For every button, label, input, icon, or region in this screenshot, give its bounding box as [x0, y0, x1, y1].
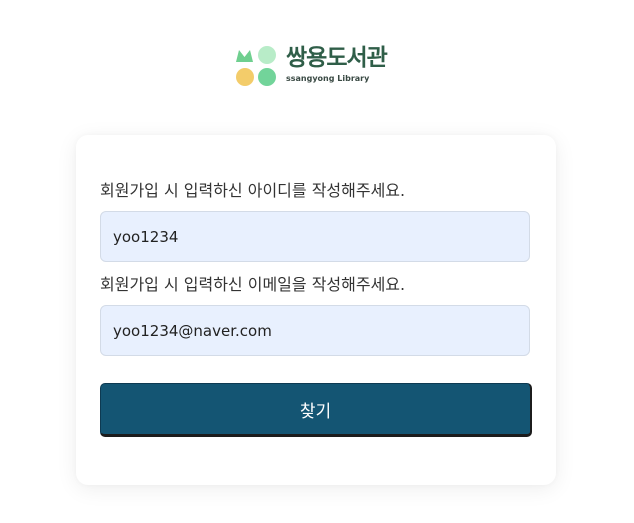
find-password-card: 회원가입 시 입력하신 아이디를 작성해주세요. 회원가입 시 입력하신 이메일…	[76, 135, 556, 485]
email-field-label: 회원가입 시 입력하신 이메일을 작성해주세요.	[100, 275, 406, 294]
library-logo: 쌍용도서관 ssangyong Library	[235, 45, 388, 87]
library-subtitle: ssangyong Library	[286, 74, 370, 83]
id-field-label: 회원가입 시 입력하신 아이디를 작성해주세요.	[100, 181, 406, 200]
find-button[interactable]: 찾기	[100, 383, 532, 437]
email-input[interactable]	[100, 305, 530, 356]
library-logo-icon	[236, 46, 276, 86]
logo-text: 쌍용도서관 ssangyong Library	[286, 45, 388, 84]
id-input[interactable]	[100, 211, 530, 262]
library-name: 쌍용도서관	[286, 45, 388, 71]
